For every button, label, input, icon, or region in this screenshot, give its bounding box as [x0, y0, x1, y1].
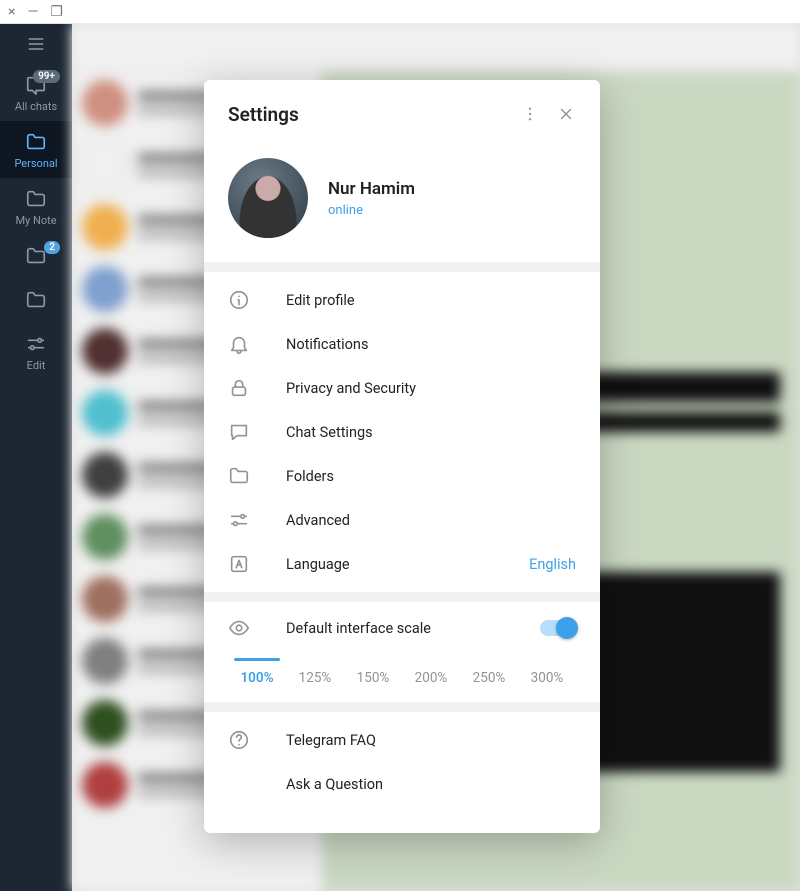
profile-avatar [228, 158, 308, 238]
sidebar-item-all-chats[interactable]: 99+ All chats [0, 64, 72, 121]
left-sidebar: 99+ All chats Personal My Note 2 [0, 24, 72, 891]
settings-title: Settings [228, 103, 512, 126]
settings-header: Settings [204, 80, 600, 148]
window-titlebar: × — ❐ [0, 0, 800, 24]
menu-faq[interactable]: Telegram FAQ [204, 718, 600, 762]
close-settings-button[interactable] [548, 96, 584, 132]
scale-label: Default interface scale [286, 620, 540, 637]
menu-item-label: Edit profile [286, 292, 576, 309]
window-close-button[interactable]: × [8, 5, 15, 19]
info-icon [228, 288, 256, 312]
settings-menu: Edit profile Notifications Privacy and S… [204, 272, 600, 592]
window-maximize-button[interactable]: ❐ [50, 5, 63, 19]
profile-name: Nur Hamim [328, 179, 415, 199]
menu-item-label: Notifications [286, 336, 576, 353]
menu-language[interactable]: Language English [204, 542, 600, 586]
scale-options: 100%125%150%200%250%300% [228, 660, 576, 698]
folder-icon [23, 188, 49, 210]
sidebar-item-edit[interactable]: Edit [0, 323, 72, 380]
sidebar-item-label: Edit [27, 359, 46, 372]
kebab-icon [521, 105, 539, 123]
menu-item-label: Language [286, 556, 529, 573]
sliders-icon [23, 333, 49, 355]
hamburger-menu-button[interactable] [0, 24, 72, 64]
menu-edit-profile[interactable]: Edit profile [204, 278, 600, 322]
menu-notifications[interactable]: Notifications [204, 322, 600, 366]
lock-icon [228, 376, 256, 400]
scale-option-125[interactable]: 125% [286, 660, 344, 698]
profile-status: online [328, 203, 415, 218]
scale-option-250[interactable]: 250% [460, 660, 518, 698]
menu-item-label: Privacy and Security [286, 380, 576, 397]
menu-ask-question[interactable]: Ask a Question [204, 762, 600, 806]
sidebar-item-personal[interactable]: Personal [0, 121, 72, 178]
menu-privacy-security[interactable]: Privacy and Security [204, 366, 600, 410]
menu-item-label: Telegram FAQ [286, 732, 576, 749]
all-chats-badge: 99+ [33, 70, 60, 83]
profile-section[interactable]: Nur Hamim online [204, 148, 600, 262]
scale-option-300[interactable]: 300% [518, 660, 576, 698]
menu-item-label: Folders [286, 468, 576, 485]
sidebar-item-label: Personal [14, 157, 57, 170]
profile-info: Nur Hamim online [328, 179, 415, 218]
menu-chat-settings[interactable]: Chat Settings [204, 410, 600, 454]
divider [204, 702, 600, 712]
interface-scale-section: Default interface scale 100%125%150%200%… [204, 602, 600, 702]
close-icon [557, 105, 575, 123]
hamburger-icon [26, 34, 46, 54]
app-root: 99+ All chats Personal My Note 2 [0, 24, 800, 891]
folder-icon [228, 464, 256, 488]
sidebar-item-label: My Note [15, 214, 56, 227]
chat-icon [228, 420, 256, 444]
sidebar-item-label: All chats [15, 100, 57, 113]
menu-item-label: Chat Settings [286, 424, 576, 441]
folder-icon [23, 131, 49, 153]
menu-advanced[interactable]: Advanced [204, 498, 600, 542]
folder-icon [23, 289, 49, 311]
help-menu: Telegram FAQ Ask a Question [204, 712, 600, 812]
help-icon [228, 728, 256, 752]
sidebar-item-folder-a[interactable]: 2 [0, 235, 72, 279]
settings-modal: Settings Nur Hamim online Edit profile [204, 80, 600, 833]
language-icon [228, 552, 256, 576]
divider [204, 592, 600, 602]
scale-option-200[interactable]: 200% [402, 660, 460, 698]
eye-icon [228, 616, 256, 640]
window-minimize-button[interactable]: — [27, 5, 38, 19]
folder-badge: 2 [44, 241, 60, 254]
divider [204, 262, 600, 272]
menu-folders[interactable]: Folders [204, 454, 600, 498]
scale-toggle[interactable] [540, 620, 576, 636]
menu-item-label: Advanced [286, 512, 576, 529]
language-value: English [529, 556, 576, 573]
sliders-icon [228, 508, 256, 532]
sidebar-item-my-note[interactable]: My Note [0, 178, 72, 235]
more-options-button[interactable] [512, 96, 548, 132]
bell-icon [228, 332, 256, 356]
blank-icon [228, 772, 256, 796]
menu-item-label: Ask a Question [286, 776, 576, 793]
sidebar-item-folder-b[interactable] [0, 279, 72, 323]
scale-option-100[interactable]: 100% [228, 660, 286, 698]
scale-option-150[interactable]: 150% [344, 660, 402, 698]
